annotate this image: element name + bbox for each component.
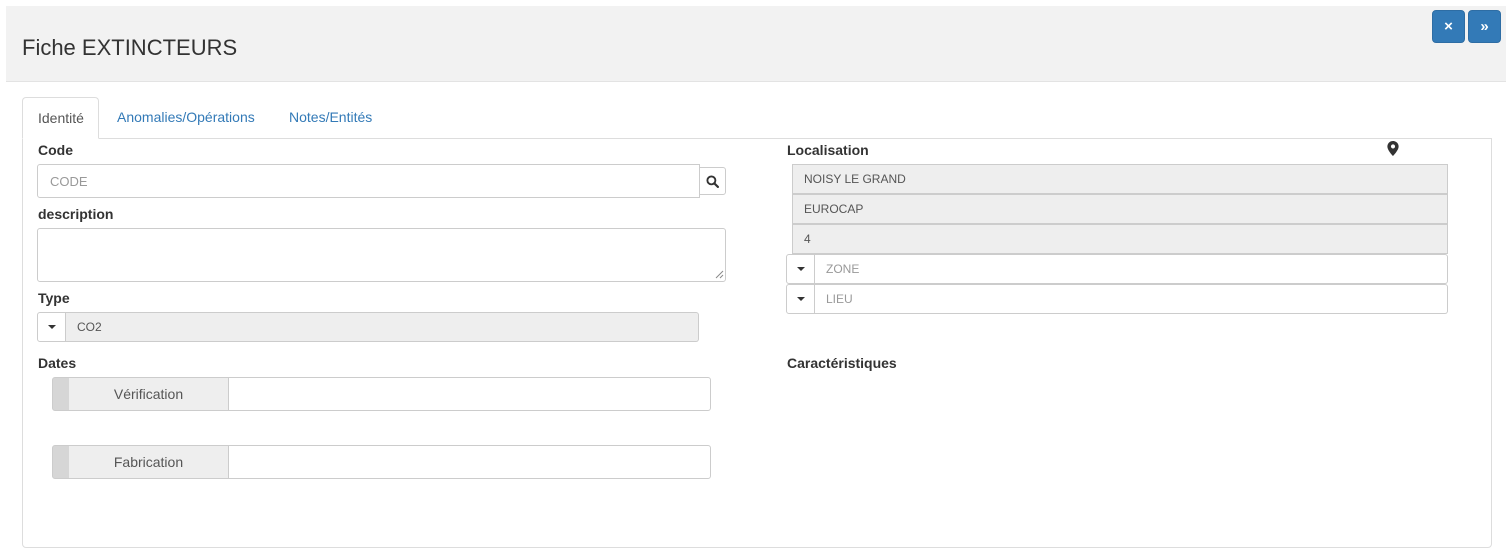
verification-date-input[interactable] [228,377,711,411]
double-chevron-right-icon: » [1480,18,1489,35]
tab-anomalies-operations[interactable]: Anomalies/Opérations [102,97,270,139]
description-textarea[interactable] [37,228,726,282]
modal-header: Fiche EXTINCTEURS [6,6,1506,82]
verification-toggle[interactable] [52,377,70,411]
close-button[interactable]: × [1432,10,1465,43]
fabrication-label: Fabrication [69,445,229,479]
localisation-level-1: NOISY LE GRAND [792,164,1448,194]
code-label: Code [38,142,73,158]
search-icon [706,174,719,188]
fabrication-date-input[interactable] [228,445,711,479]
dates-label: Dates [38,355,77,371]
description-label: description [38,206,114,222]
zone-dropdown-button[interactable] [786,254,815,284]
localisation-level-2: EUROCAP [792,194,1448,224]
localisation-label: Localisation [787,142,869,158]
type-label: Type [38,290,70,306]
type-dropdown-button[interactable] [37,312,66,342]
caracteristiques-label: Caractéristiques [787,355,897,371]
caret-down-icon [47,325,56,329]
type-select[interactable]: CO2 [66,312,699,342]
verification-label: Vérification [69,377,229,411]
resize-handle-icon[interactable] [714,269,724,279]
verification-date-group: Vérification [52,377,712,411]
lieu-dropdown-button[interactable] [786,284,815,314]
close-icon: × [1444,18,1453,35]
lieu-select[interactable]: LIEU [815,284,1448,314]
code-input[interactable] [37,164,700,198]
zone-select[interactable]: ZONE [815,254,1448,284]
fabrication-date-group: Fabrication [52,445,712,479]
code-search-button[interactable] [699,167,726,195]
caret-down-icon [796,267,805,271]
page-title: Fiche EXTINCTEURS [22,35,238,60]
fabrication-toggle[interactable] [52,445,70,479]
localisation-level-3: 4 [792,224,1448,254]
map-marker-icon[interactable] [1387,141,1399,156]
expand-button[interactable]: » [1468,10,1501,43]
tab-notes-entites[interactable]: Notes/Entités [274,97,387,139]
tab-identite[interactable]: Identité [22,97,99,139]
caret-down-icon [796,297,805,301]
